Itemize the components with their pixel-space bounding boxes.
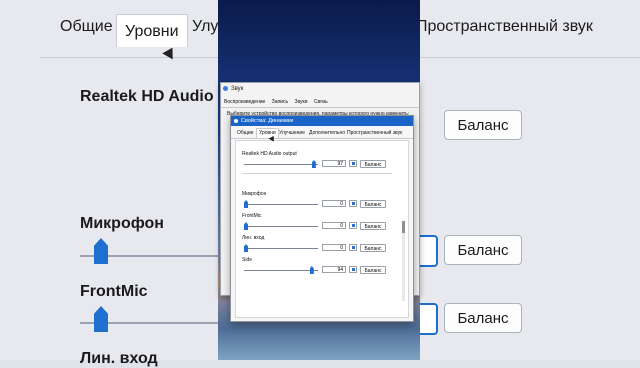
- speaker-icon: [223, 86, 228, 91]
- properties-tabs: Общие Уровни Улучшение Дополнительно Про…: [231, 126, 413, 139]
- bg-tab-general[interactable]: Общие: [60, 18, 113, 36]
- line-in-mute-speaker-icon[interactable]: [349, 244, 357, 251]
- section-divider: [242, 173, 392, 174]
- properties-title: Свойства: Динамики: [241, 118, 294, 124]
- output-mute-speaker-icon[interactable]: [349, 160, 357, 167]
- bg-speaker-icon-2[interactable]: [420, 303, 438, 335]
- line-in-value[interactable]: 0: [322, 244, 346, 251]
- bg-balance-button-1[interactable]: Баланс: [444, 110, 522, 140]
- microphone-balance-button[interactable]: Баланс: [360, 200, 386, 208]
- bg-balance-button-2[interactable]: Баланс: [444, 235, 522, 265]
- bg-tab-levels[interactable]: Уровни: [116, 14, 188, 47]
- side-label: Side: [242, 257, 253, 263]
- levels-scrollbar[interactable]: [402, 221, 405, 301]
- tab-playback[interactable]: Воспроизведение: [224, 99, 265, 105]
- sound-title-bar: Звук: [221, 83, 419, 95]
- bg-frontmic-label: FrontMic: [80, 283, 148, 300]
- levels-scrollbar-thumb[interactable]: [402, 221, 405, 233]
- properties-title-bar: Свойства: Динамики: [231, 116, 413, 126]
- side-slider-track[interactable]: [244, 270, 318, 271]
- bg-balance-button-3[interactable]: Баланс: [444, 303, 522, 333]
- line-in-slider-thumb[interactable]: [244, 244, 248, 252]
- bg-speaker-icon-1[interactable]: [420, 235, 438, 267]
- levels-panel: Realtek HD Audio output 97 Баланс Микроф…: [235, 140, 409, 318]
- output-label: Realtek HD Audio output: [242, 151, 297, 157]
- bg-tab-spatial[interactable]: Пространственный звук: [416, 18, 593, 36]
- output-slider-track[interactable]: [244, 164, 318, 165]
- frontmic-value[interactable]: 0: [322, 222, 346, 229]
- output-slider-thumb[interactable]: [311, 160, 316, 168]
- tab-enhancements[interactable]: Улучшение: [279, 130, 305, 136]
- bg-line-label: Лин. вход: [80, 350, 158, 367]
- microphone-slider-thumb[interactable]: [244, 200, 248, 208]
- tab-recording[interactable]: Запись: [272, 99, 288, 105]
- sound-tabs: Воспроизведение Запись Звуки Связь: [221, 95, 419, 108]
- frontmic-balance-button[interactable]: Баланс: [360, 222, 386, 230]
- side-slider-thumb[interactable]: [309, 266, 314, 274]
- side-value[interactable]: 94: [322, 266, 346, 273]
- tab-spatial-sound[interactable]: Пространственный звук: [347, 130, 402, 136]
- output-value[interactable]: 97: [322, 160, 346, 167]
- frontmic-label: FrontMic: [242, 213, 262, 219]
- tab-advanced[interactable]: Дополнительно: [309, 130, 345, 136]
- speaker-properties-dialog: Свойства: Динамики Общие Уровни Улучшени…: [230, 115, 414, 322]
- line-in-balance-button[interactable]: Баланс: [360, 244, 386, 252]
- bg-device-label: Realtek HD Audio o: [80, 88, 228, 105]
- frontmic-slider-track[interactable]: [244, 226, 318, 227]
- line-in-slider-track[interactable]: [244, 248, 318, 249]
- tab-communications[interactable]: Связь: [314, 99, 328, 105]
- tab-general[interactable]: Общие: [237, 130, 253, 136]
- bg-mic-label: Микрофон: [80, 215, 164, 232]
- line-in-label: Лин. вход: [242, 235, 265, 241]
- microphone-label: Микрофон: [242, 191, 267, 197]
- side-balance-button[interactable]: Баланс: [360, 266, 386, 274]
- speaker-icon: [234, 119, 238, 123]
- side-mute-speaker-icon[interactable]: [349, 266, 357, 273]
- frontmic-slider-thumb[interactable]: [244, 222, 248, 230]
- microphone-mute-speaker-icon[interactable]: [349, 200, 357, 207]
- sound-title: Звук: [231, 86, 244, 92]
- output-balance-button[interactable]: Баланс: [360, 160, 386, 168]
- microphone-value[interactable]: 0: [322, 200, 346, 207]
- tab-sounds[interactable]: Звуки: [294, 99, 307, 105]
- microphone-slider-track[interactable]: [244, 204, 318, 205]
- frontmic-mute-speaker-icon[interactable]: [349, 222, 357, 229]
